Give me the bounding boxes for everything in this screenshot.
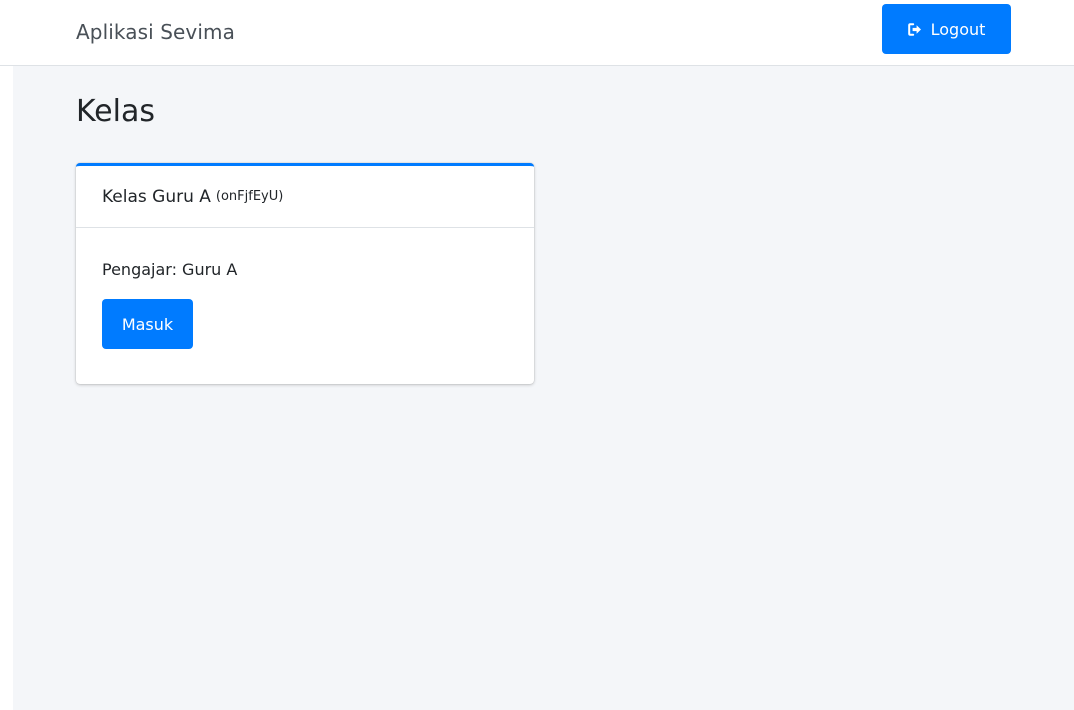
class-card: Kelas Guru A (onFjfEyU) Pengajar: Guru A… (76, 163, 534, 384)
app-brand: Aplikasi Sevima (76, 20, 235, 44)
logout-button[interactable]: Logout (882, 4, 1011, 54)
enter-class-button[interactable]: Masuk (102, 299, 193, 349)
page-title: Kelas (76, 94, 155, 129)
class-teacher: Pengajar: Guru A (102, 260, 238, 279)
logout-label: Logout (930, 19, 986, 39)
class-name: Kelas Guru A (102, 186, 211, 207)
class-card-header: Kelas Guru A (onFjfEyU) (76, 166, 534, 228)
sign-out-icon (907, 22, 922, 36)
top-navbar: Aplikasi Sevima Logout (0, 0, 1074, 66)
class-code: (onFjfEyU) (215, 189, 284, 204)
class-card-body: Pengajar: Guru A Masuk (76, 228, 534, 349)
main-content: Kelas Kelas Guru A (onFjfEyU) Pengajar: … (13, 66, 1074, 710)
